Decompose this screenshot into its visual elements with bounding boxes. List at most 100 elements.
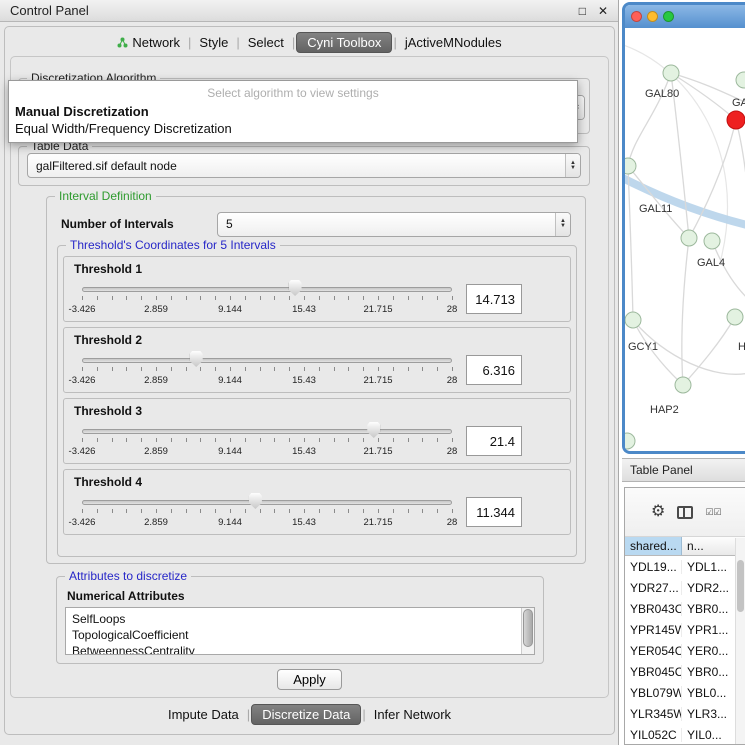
checkbox-icons[interactable]: ☑☑ xyxy=(705,507,721,518)
slider-scale: -3.4262.8599.14415.4321.71528 xyxy=(82,304,452,316)
threshold-value-field[interactable]: 11.344 xyxy=(466,497,522,527)
node-label: H xyxy=(738,341,745,353)
control-panel-titlebar[interactable]: Control Panel □ ✕ xyxy=(0,0,618,22)
network-node[interactable] xyxy=(704,233,720,249)
slider-scale: -3.4262.8599.14415.4321.71528 xyxy=(82,375,452,387)
slider-track[interactable] xyxy=(82,358,452,363)
scale-label: 28 xyxy=(447,446,458,457)
table-panel-titlebar[interactable]: Table Panel xyxy=(622,458,745,482)
tab-separator: | xyxy=(188,35,191,50)
slider-ticks xyxy=(82,438,452,444)
tab-label: Impute Data xyxy=(168,707,239,722)
attributes-group-title: Attributes to discretize xyxy=(65,569,191,583)
network-node[interactable] xyxy=(625,158,636,174)
slider-thumb[interactable] xyxy=(249,493,262,509)
columns-icon[interactable] xyxy=(677,506,693,519)
network-node[interactable] xyxy=(681,230,697,246)
tab-label: Style xyxy=(199,35,228,50)
threshold-label: Threshold 2 xyxy=(74,333,142,347)
network-node[interactable] xyxy=(625,433,635,449)
cell-shared-name: YER054C xyxy=(625,644,682,658)
scale-label: 9.144 xyxy=(218,446,242,457)
close-window-icon[interactable]: ✕ xyxy=(598,4,608,18)
table-row[interactable]: YER054CYER0... xyxy=(625,640,745,661)
cell-shared-name: YBL079W xyxy=(625,686,682,700)
table-row[interactable]: YBR043CYBR0... xyxy=(625,598,745,619)
attributes-list[interactable]: SelfLoopsTopologicalCoefficientBetweenne… xyxy=(65,607,535,655)
node-label: GA xyxy=(732,97,745,109)
threshold-slider[interactable]: -3.4262.8599.14415.4321.71528 xyxy=(82,350,452,390)
selected-network-node[interactable] xyxy=(727,111,745,129)
threshold-value-field[interactable]: 14.713 xyxy=(466,284,522,314)
network-node[interactable] xyxy=(675,377,691,393)
gear-icon[interactable]: ⚙ xyxy=(651,504,665,520)
network-node[interactable] xyxy=(736,72,745,88)
apply-button[interactable]: Apply xyxy=(277,669,342,690)
slider-track[interactable] xyxy=(82,287,452,292)
table-row[interactable]: YLR345WYLR3... xyxy=(625,703,745,724)
slider-track[interactable] xyxy=(82,429,452,434)
attribute-item[interactable]: BetweennessCentrality xyxy=(72,643,534,655)
scale-label: 9.144 xyxy=(218,517,242,528)
num-intervals-select[interactable]: 5 ▲▼ xyxy=(217,212,571,237)
table-row[interactable]: YPR145WYPR1... xyxy=(625,619,745,640)
network-window-titlebar[interactable] xyxy=(625,5,745,28)
table-data-group: Table Data galFiltered.sif default node … xyxy=(18,146,590,186)
slider-thumb[interactable] xyxy=(367,422,380,438)
scale-label: 15.43 xyxy=(292,304,316,315)
table-row[interactable]: YIL052CYIL0... xyxy=(625,724,745,745)
tab-style[interactable]: Style xyxy=(192,33,235,52)
table-row[interactable]: YBL079WYBL0... xyxy=(625,682,745,703)
tab-label: Cyni Toolbox xyxy=(307,35,381,50)
cell-shared-name: YBR043C xyxy=(625,602,682,616)
tab-impute-data[interactable]: Impute Data xyxy=(161,705,246,724)
close-button[interactable] xyxy=(631,11,642,22)
tab-discretize-data[interactable]: Discretize Data xyxy=(251,704,361,725)
zoom-button[interactable] xyxy=(663,11,674,22)
column-header-shared-name[interactable]: shared... xyxy=(625,537,682,555)
slider-ticks xyxy=(82,509,452,515)
list-scrollbar[interactable] xyxy=(521,608,534,654)
tab-cyni-toolbox[interactable]: Cyni Toolbox xyxy=(296,32,392,53)
threshold-value-field[interactable]: 21.4 xyxy=(466,426,522,456)
threshold-slider[interactable]: -3.4262.8599.14415.4321.71528 xyxy=(82,279,452,319)
threshold-slider[interactable]: -3.4262.8599.14415.4321.71528 xyxy=(82,421,452,461)
table-row[interactable]: YDL19...YDL1... xyxy=(625,556,745,577)
float-window-icon[interactable]: □ xyxy=(579,4,586,18)
tab-select[interactable]: Select xyxy=(241,33,291,52)
table-scrollbar-thumb[interactable] xyxy=(737,560,744,612)
table-scrollbar[interactable] xyxy=(735,538,745,744)
tab-separator: | xyxy=(362,707,365,722)
table-row[interactable]: YDR27...YDR2... xyxy=(625,577,745,598)
network-node[interactable] xyxy=(727,309,743,325)
table-row[interactable]: YBR045CYBR0... xyxy=(625,661,745,682)
network-icon xyxy=(117,37,128,48)
attribute-item[interactable]: SelfLoops xyxy=(72,611,534,627)
table-data-select[interactable]: galFiltered.sif default node ▲▼ xyxy=(27,153,581,178)
algorithm-dropdown-popup: Select algorithm to view settings Manual… xyxy=(8,80,578,143)
dropdown-option[interactable]: Manual Discretization xyxy=(9,103,577,120)
minimize-button[interactable] xyxy=(647,11,658,22)
list-scrollbar-thumb[interactable] xyxy=(523,609,533,647)
app-root: Control Panel □ ✕ Network|Style|Select|C… xyxy=(0,0,745,745)
threshold-value-field[interactable]: 6.316 xyxy=(466,355,522,385)
threshold-slider[interactable]: -3.4262.8599.14415.4321.71528 xyxy=(82,492,452,532)
threshold-label: Threshold 4 xyxy=(74,475,142,489)
tab-label: jActiveMNodules xyxy=(405,35,502,50)
network-node[interactable] xyxy=(663,65,679,81)
cell-shared-name: YPR145W xyxy=(625,623,682,637)
tab-infer-network[interactable]: Infer Network xyxy=(367,705,458,724)
threshold-panel: Threshold 2 -3.4262.8599.14415.4321.71528… xyxy=(63,327,571,393)
slider-thumb[interactable] xyxy=(190,351,203,367)
network-node[interactable] xyxy=(625,312,641,328)
tab-network[interactable]: Network xyxy=(110,33,187,52)
attribute-item[interactable]: TopologicalCoefficient xyxy=(72,627,534,643)
table-panel-title: Table Panel xyxy=(630,463,693,477)
tab-jactivemnodules[interactable]: jActiveMNodules xyxy=(398,33,509,52)
slider-track[interactable] xyxy=(82,500,452,505)
slider-thumb[interactable] xyxy=(289,280,302,296)
dropdown-option[interactable]: Equal Width/Frequency Discretization xyxy=(9,120,577,137)
threshold-row: -3.4262.8599.14415.4321.71528 11.344 xyxy=(74,492,570,532)
dropdown-placeholder: Select algorithm to view settings xyxy=(9,81,577,103)
network-canvas[interactable]: GAL80GAGAL11GAL4GCY1HHAP2 xyxy=(625,28,745,454)
